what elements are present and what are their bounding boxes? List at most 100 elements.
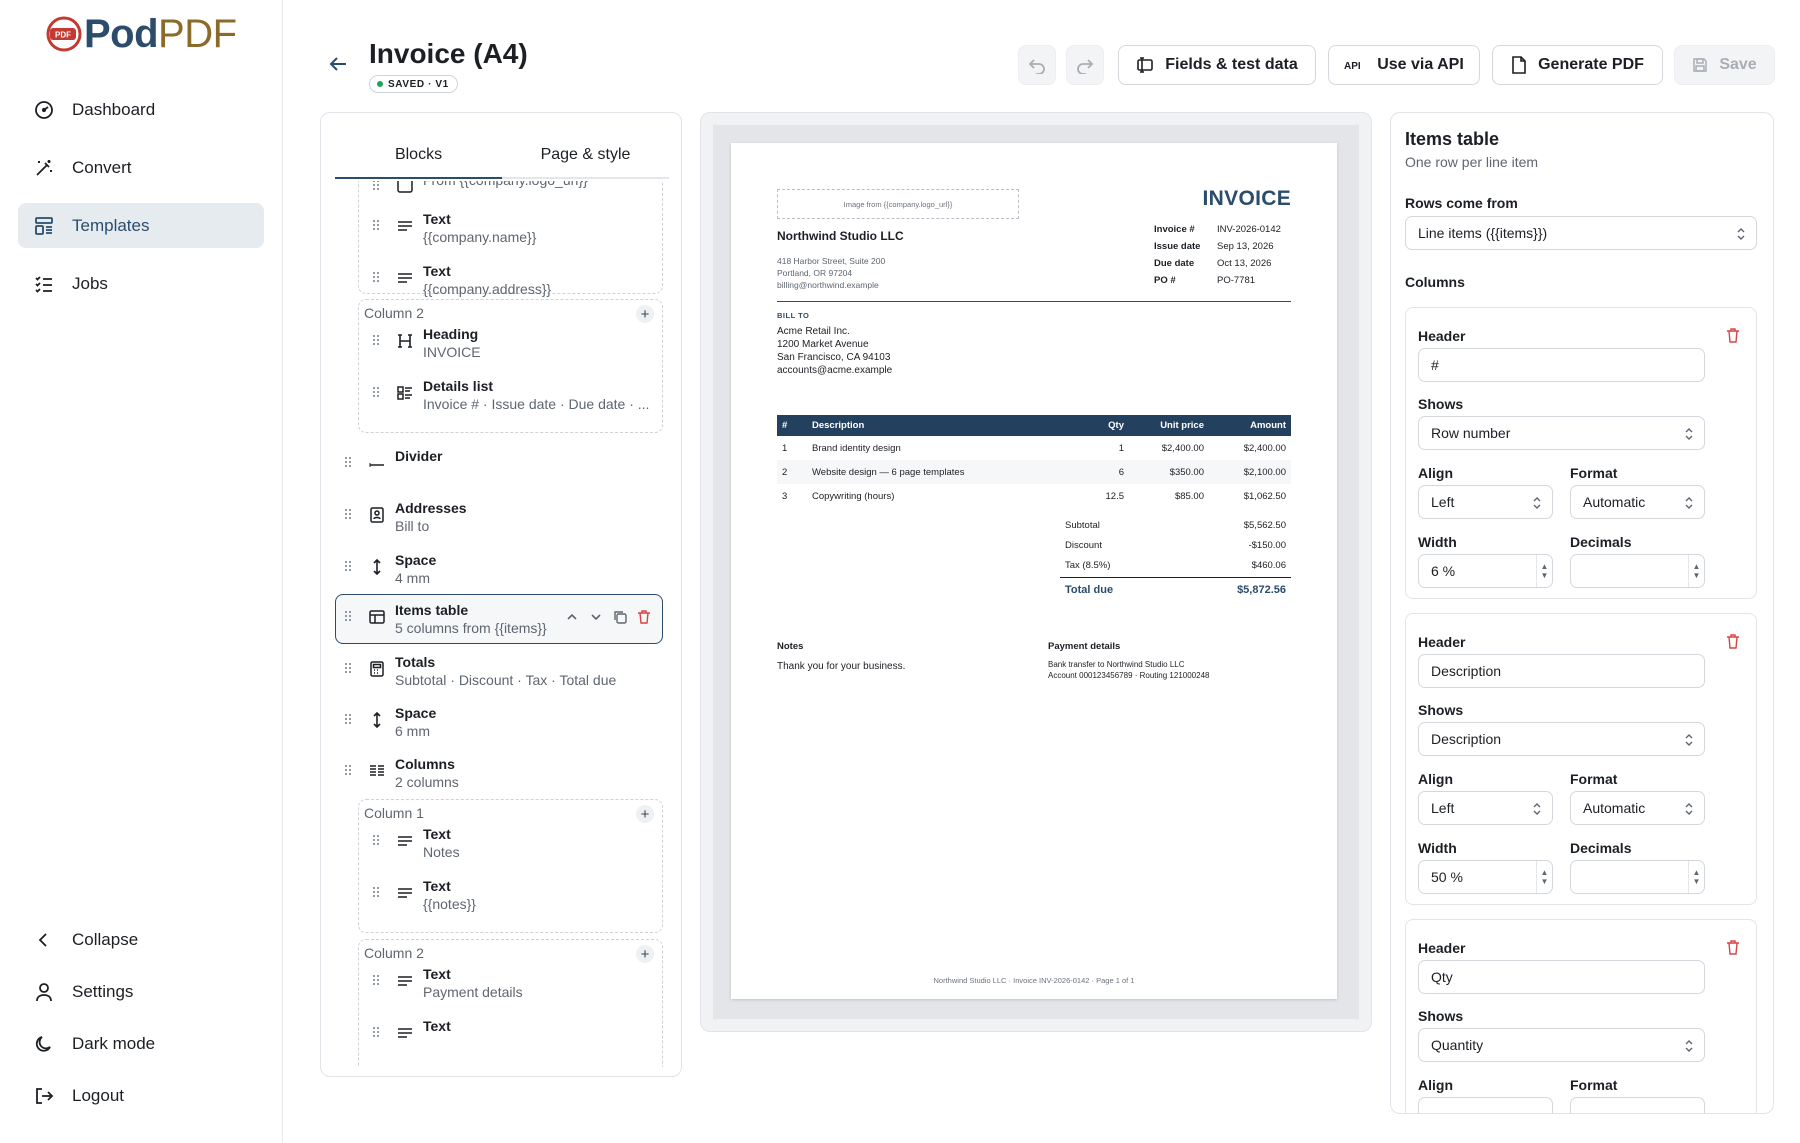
pdf-logo-icon: PDF [46,16,82,52]
block-subtitle: 5 columns from {{items}} [395,620,547,636]
totals-row: Subtotal $5,562.50 [1060,515,1291,535]
nav-logout[interactable]: Logout [18,1073,264,1118]
gauge-icon [33,99,55,121]
logo[interactable]: PDF PodPDF [44,14,237,54]
drag-handle-icon[interactable] [345,560,355,572]
decimals-input[interactable]: ▲ ▼ [1570,860,1705,894]
tab-page-style[interactable]: Page & style [502,133,669,177]
drag-handle-icon[interactable] [345,764,355,776]
chevron-up-down-icon [1685,428,1693,440]
move-up-icon[interactable] [564,609,580,625]
move-down-icon[interactable] [588,609,604,625]
drag-handle-icon[interactable] [373,886,383,898]
block-divider[interactable]: Divider [345,446,442,492]
totals-key: Tax (8.5%) [1065,559,1111,571]
block-text[interactable]: Text Notes [373,824,460,870]
undo-button[interactable] [1018,45,1056,85]
generate-pdf-button[interactable]: Generate PDF [1492,45,1663,85]
shows-select[interactable]: Quantity [1418,1028,1705,1062]
drag-handle-icon[interactable] [373,219,383,231]
nav-jobs[interactable]: Jobs [18,261,264,306]
drag-handle-icon[interactable] [373,271,383,283]
number-stepper[interactable]: ▲ ▼ [1536,555,1552,587]
block-text[interactable]: Text {{notes}} [373,876,476,922]
nav-convert[interactable]: Convert [18,145,264,190]
add-block-plus-icon[interactable]: + [636,305,654,323]
nav-collapse[interactable]: Collapse [18,917,264,962]
block-items-table[interactable]: Items table 5 columns from {{items}} [345,600,547,646]
block-space[interactable]: Space 6 mm [345,703,436,749]
save-button[interactable]: Save [1674,45,1775,85]
header-input[interactable]: Description [1418,654,1705,688]
drag-handle-icon[interactable] [345,713,355,725]
block-details-list[interactable]: Details list Invoice # · Issue date · Due… [373,376,649,422]
width-input[interactable]: 50 % ▲ ▼ [1418,860,1553,894]
header-input[interactable]: Qty [1418,960,1705,994]
chevron-left-icon [33,929,55,951]
table-row: 1 Brand identity design 1 $2,400.00 $2,4… [777,436,1291,460]
delete-icon[interactable] [636,609,652,625]
align-select[interactable]: Left [1418,791,1553,825]
drag-handle-icon[interactable] [345,508,355,520]
invoice-page[interactable]: Image from {{company.logo_url}} Northwin… [731,143,1337,999]
shows-select[interactable]: Row number [1418,416,1705,450]
rows-source-select[interactable]: Line items ({{items}}) [1405,216,1757,250]
drag-handle-icon[interactable] [345,662,355,674]
trash-icon[interactable] [1726,634,1740,649]
block-text[interactable]: Text {{company.name}} [373,209,536,255]
block-text[interactable]: Text [373,1016,451,1062]
tab-blocks[interactable]: Blocks [335,133,502,179]
nav-dashboard[interactable]: Dashboard [18,87,264,132]
chevron-up-down-icon [1685,497,1693,509]
items-table[interactable]: # Description Qty Unit price Amount 1 Br… [777,415,1291,508]
drag-handle-icon[interactable] [345,456,355,468]
format-select[interactable]: Automatic [1570,485,1705,519]
use-via-api-button[interactable]: API Use via API [1328,45,1480,85]
trash-icon[interactable] [1726,940,1740,955]
block-subtitle: {{company.name}} [423,229,537,245]
fields-test-data-button[interactable]: Fields & test data [1118,45,1316,85]
nav-dark-mode[interactable]: Dark mode [18,1021,264,1066]
block-subtitle: Payment details [423,984,523,1000]
shows-select[interactable]: Description [1418,722,1705,756]
add-block-plus-icon[interactable]: + [636,945,654,963]
align-select[interactable]: Left [1418,485,1553,519]
heading-icon [397,333,413,349]
drag-handle-icon[interactable] [373,386,383,398]
status-dot [377,81,383,87]
block-text[interactable]: Text Payment details [373,964,523,1010]
redo-button[interactable] [1066,45,1104,85]
block-space[interactable]: Space 4 mm [345,550,436,596]
number-stepper[interactable]: ▲ ▼ [1688,861,1704,893]
format-select[interactable] [1570,1097,1705,1113]
block-columns[interactable]: Columns 2 columns [345,754,459,800]
block-totals[interactable]: Totals Subtotal · Discount · Tax · Total … [345,652,616,698]
block-heading[interactable]: Heading INVOICE [373,324,481,370]
decimals-label: Decimals [1570,840,1632,856]
add-block-plus-icon[interactable]: + [636,805,654,823]
drag-handle-icon[interactable] [345,610,355,622]
blocks-panel: Blocks Page & style From {{company.logo_… [320,112,682,1077]
format-select[interactable]: Automatic [1570,791,1705,825]
drag-handle-icon[interactable] [373,334,383,346]
notes-label: Notes [777,641,804,652]
nav-settings[interactable]: Settings [18,969,264,1014]
align-select[interactable] [1418,1097,1553,1113]
width-input[interactable]: 6 % ▲ ▼ [1418,554,1553,588]
header-input[interactable]: # [1418,348,1705,382]
nav-templates[interactable]: Templates [18,203,264,248]
shows-label: Shows [1418,1008,1464,1024]
drag-handle-icon[interactable] [373,1026,383,1038]
decimals-input[interactable]: ▲ ▼ [1570,554,1705,588]
drag-handle-icon[interactable] [373,181,383,191]
format-label: Format [1570,465,1618,481]
number-stepper[interactable]: ▲ ▼ [1688,555,1704,587]
duplicate-icon[interactable] [612,609,628,625]
back-arrow-icon[interactable] [326,52,350,76]
drag-handle-icon[interactable] [373,974,383,986]
text-lines-icon [397,1025,413,1041]
number-stepper[interactable]: ▲ ▼ [1536,861,1552,893]
trash-icon[interactable] [1726,328,1740,343]
drag-handle-icon[interactable] [373,834,383,846]
block-addresses[interactable]: Addresses Bill to [345,498,467,544]
